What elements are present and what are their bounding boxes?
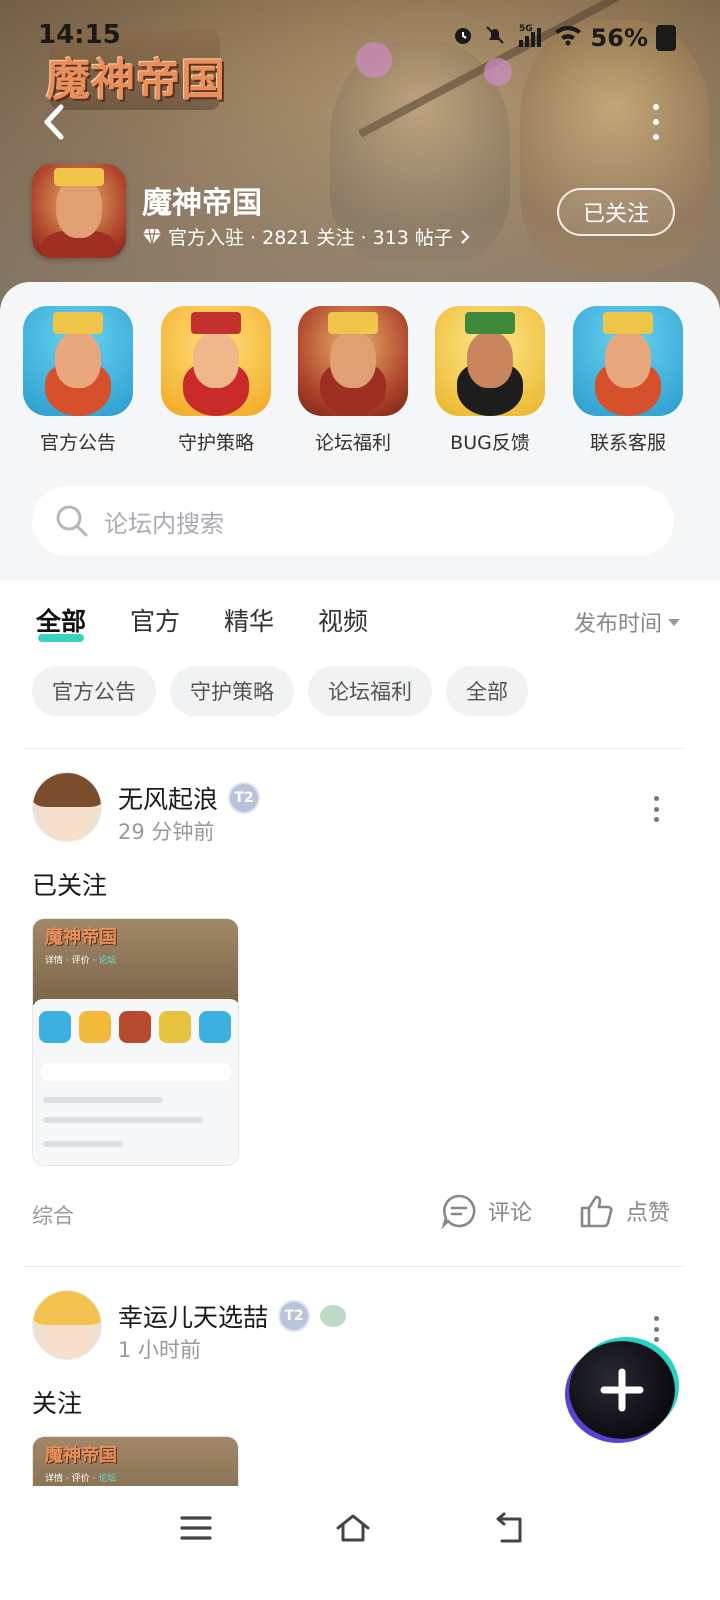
post-author[interactable]: 无风起浪 T2 [118, 780, 261, 816]
thumbnail-logo: 魔神帝国 [45, 1445, 117, 1466]
shortcut-label: 守护策略 [177, 432, 254, 454]
sort-label: 发布时间 [573, 612, 662, 637]
avatar[interactable] [32, 1290, 102, 1360]
plus-icon [600, 1368, 644, 1412]
shortcut-icon [573, 306, 683, 416]
back-nav-button[interactable] [485, 1508, 535, 1548]
category-chips: 官方公告 守护策略 论坛福利 全部 [32, 666, 528, 716]
game-app-icon [32, 164, 126, 258]
comment-button[interactable]: 评论 [440, 1192, 532, 1230]
shortcut-forum-benefits[interactable]: 论坛福利 [297, 306, 409, 455]
post-image-thumbnail[interactable]: 魔神帝国 详情 · 评价 · 论坛 [32, 918, 239, 1166]
comment-label: 评论 [488, 1201, 533, 1226]
thumbs-up-icon [580, 1195, 613, 1228]
comment-icon [441, 1194, 476, 1230]
home-button[interactable] [328, 1508, 378, 1548]
sort-dropdown[interactable]: 发布时间 [574, 606, 680, 638]
chip-guard-strategy[interactable]: 守护策略 [170, 666, 294, 716]
cellular-signal-icon: 5G [515, 22, 545, 54]
network-type-label: 5G [519, 24, 533, 34]
thumbnail-nav: 详情 · 评价 · 论坛 [45, 1474, 117, 1484]
like-button[interactable]: 点赞 [578, 1192, 670, 1230]
game-stats-text: 官方入驻 · 2821 关注 · 313 帖子 [168, 227, 453, 249]
post-author[interactable]: 幸运儿天选喆 T2 [118, 1298, 347, 1334]
back-icon [496, 1512, 522, 1543]
tab-all[interactable]: 全部 [36, 602, 87, 642]
search-icon [56, 505, 88, 537]
post-title: 关注 [32, 1389, 83, 1418]
game-name: 魔神帝国 [142, 186, 262, 221]
shortcut-contact-support[interactable]: 联系客服 [572, 306, 684, 455]
shortcut-guard-strategy[interactable]: 守护策略 [160, 306, 272, 455]
battery-icon [656, 25, 676, 51]
shortcut-label: 联系客服 [589, 432, 666, 454]
search-placeholder: 论坛内搜索 [104, 509, 224, 538]
diamond-icon [143, 228, 161, 245]
shortcut-icon [298, 306, 408, 416]
avatar[interactable] [32, 772, 102, 842]
chip-official-notice[interactable]: 官方公告 [32, 666, 156, 716]
shortcut-bug-feedback[interactable]: BUG反馈 [434, 306, 546, 455]
game-stats[interactable]: 官方入驻 · 2821 关注 · 313 帖子 [142, 223, 471, 250]
status-bar: 14:15 5G 56% [0, 18, 720, 58]
level-badge: T2 [228, 782, 261, 814]
battery-percent: 56% [590, 24, 648, 52]
caret-down-icon [668, 618, 680, 626]
shortcut-official-notice[interactable]: 官方公告 [22, 306, 134, 455]
mute-bell-icon [483, 23, 507, 53]
tab-video[interactable]: 视频 [318, 602, 368, 638]
forum-search-bar[interactable]: 论坛内搜索 [32, 486, 674, 556]
thumbnail-logo: 魔神帝国 [45, 927, 117, 948]
alarm-icon [451, 23, 475, 53]
divider [24, 748, 684, 749]
post-title: 已关注 [32, 871, 108, 900]
shortcut-label: 官方公告 [39, 432, 116, 454]
recent-apps-button[interactable] [171, 1508, 221, 1548]
tab-featured[interactable]: 精华 [224, 602, 274, 638]
like-label: 点赞 [626, 1201, 671, 1226]
username: 幸运儿天选喆 [118, 1303, 269, 1332]
status-icons: 5G 56% [451, 22, 676, 54]
status-time: 14:15 [38, 20, 121, 50]
tab-label: 全部 [36, 607, 87, 636]
pet-badge-icon [320, 1305, 347, 1327]
system-navigation-bar [0, 1486, 720, 1600]
chevron-right-icon [461, 229, 470, 244]
post-more-button[interactable] [652, 1316, 660, 1342]
chip-forum-benefits[interactable]: 论坛福利 [308, 666, 432, 716]
shortcut-row: 官方公告 守护策略 论坛福利 BUG反馈 联系客服 [0, 306, 720, 456]
thumbnail-nav: 详情 · 评价 · 论坛 [45, 956, 117, 966]
chip-all[interactable]: 全部 [446, 666, 528, 716]
shortcut-label: BUG反馈 [450, 432, 530, 454]
post-time: 1 小时前 [118, 1338, 202, 1362]
post-category: 综合 [32, 1204, 74, 1228]
shortcut-icon [161, 306, 271, 416]
home-icon [336, 1514, 370, 1542]
shortcut-icon [435, 306, 545, 416]
back-button[interactable] [34, 100, 74, 144]
back-arrow-icon [44, 104, 64, 140]
wifi-icon [553, 23, 583, 53]
shortcut-label: 论坛福利 [314, 432, 391, 454]
level-badge: T2 [278, 1300, 311, 1332]
more-options-button[interactable] [644, 104, 668, 140]
forum-shortcut-panel: 官方公告 守护策略 论坛福利 BUG反馈 联系客服 论坛内搜索 [0, 282, 720, 580]
post-more-button[interactable] [652, 796, 660, 822]
username: 无风起浪 [118, 785, 219, 814]
post-time: 29 分钟前 [118, 820, 215, 844]
new-post-button[interactable] [569, 1341, 675, 1439]
divider [24, 1266, 684, 1267]
follow-button[interactable]: 已关注 [557, 188, 675, 236]
post-filter-tabs: 全部 官方 精华 视频 发布时间 [0, 596, 720, 648]
menu-icon [180, 1516, 212, 1540]
tab-official[interactable]: 官方 [130, 602, 180, 638]
shortcut-icon [23, 306, 133, 416]
